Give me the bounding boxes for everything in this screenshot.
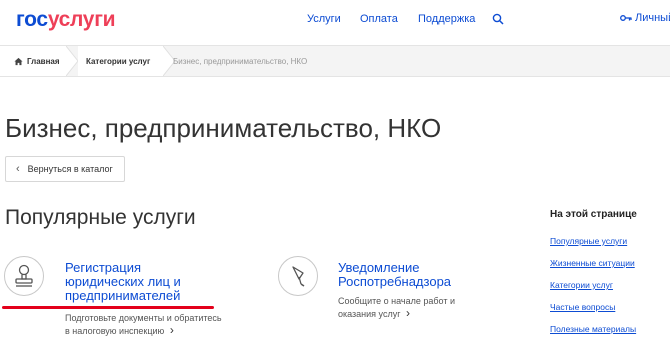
logo-part1: гос xyxy=(16,8,48,31)
popular-services-heading: Популярные услуги xyxy=(5,206,196,229)
card-desc-registration[interactable]: Подготовьте документы и обратитесь в нал… xyxy=(65,312,225,337)
sidebar-link-faq[interactable]: Частые вопросы xyxy=(550,302,615,312)
nav-services[interactable]: Услуги xyxy=(307,13,341,25)
back-to-catalog-label: Вернуться в каталог xyxy=(27,164,113,174)
key-icon xyxy=(620,15,632,21)
chevron-right-icon: › xyxy=(406,306,410,320)
breadcrumb-categories-label: Категории услуг xyxy=(86,56,151,66)
sidebar-link-popular[interactable]: Популярные услуги xyxy=(550,236,627,246)
sidebar-link-materials[interactable]: Полезные материалы xyxy=(550,324,636,334)
search-icon[interactable] xyxy=(492,13,504,25)
logo-part2: услуги xyxy=(47,8,116,31)
home-icon xyxy=(14,57,23,65)
card-desc-rospotrebnadzor[interactable]: Сообщите о начале работ и оказания услуг… xyxy=(338,295,473,320)
breadcrumb-current: Бизнес, предпринимательство, НКО xyxy=(173,46,307,76)
card-title-rospotrebnadzor[interactable]: Уведомление Роспотребнадзора xyxy=(338,261,493,289)
highlight-underline xyxy=(2,306,214,309)
back-to-catalog-button[interactable]: ‹ Вернуться в каталог xyxy=(5,156,125,182)
nav-support[interactable]: Поддержка xyxy=(418,13,475,25)
breadcrumb: Главная Категории услуг Бизнес, предприн… xyxy=(0,45,670,77)
personal-account-label: Личный xyxy=(635,12,670,24)
sidebar-link-life-situations[interactable]: Жизненные ситуации xyxy=(550,258,635,268)
gosuslugi-logo[interactable]: госуслуги xyxy=(16,8,116,32)
breadcrumb-current-label: Бизнес, предпринимательство, НКО xyxy=(173,56,308,66)
card-title-registration[interactable]: Регистрация юридических лиц и предприним… xyxy=(65,261,220,303)
chevron-left-icon: ‹ xyxy=(16,163,20,175)
sidebar-link-categories[interactable]: Категории услуг xyxy=(550,280,613,290)
stamp-icon xyxy=(4,256,44,296)
breadcrumb-home-label: Главная xyxy=(27,56,60,66)
nav-payment[interactable]: Оплата xyxy=(360,13,398,25)
page-title: Бизнес, предпринимательство, НКО xyxy=(5,113,442,143)
header: госуслуги Услуги Оплата Поддержка Личный xyxy=(0,0,670,42)
card-desc-registration-text: Подготовьте документы и обратитесь в нал… xyxy=(65,313,222,336)
chevron-right-icon: › xyxy=(169,323,174,337)
breadcrumb-separator xyxy=(66,46,78,76)
on-this-page-title: На этой странице xyxy=(550,209,637,220)
breadcrumb-categories[interactable]: Категории услуг xyxy=(78,46,163,76)
breadcrumb-home[interactable]: Главная xyxy=(0,46,66,76)
card-desc-rospotrebnadzor-text: Сообщите о начале работ и оказания услуг xyxy=(338,296,455,319)
trowel-icon xyxy=(278,256,318,296)
personal-account-link[interactable]: Личный xyxy=(620,12,670,24)
